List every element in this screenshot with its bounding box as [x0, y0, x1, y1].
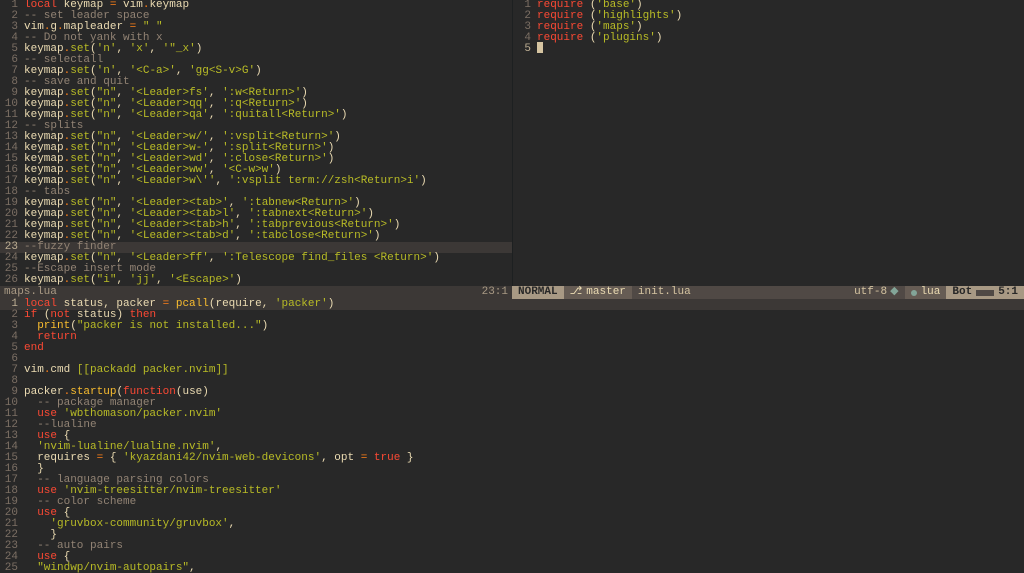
code-line[interactable]: 5end [0, 343, 1024, 354]
code-content: end [24, 343, 44, 354]
filename-label: init.lua [632, 286, 697, 299]
code-line[interactable]: 18 use 'nvim-treesitter/nvim-treesitter' [0, 486, 1024, 497]
code-line[interactable]: 7vim.cmd [[packadd packer.nvim]] [0, 365, 1024, 376]
pane-maps-lua[interactable]: 1local keymap = vim.keymap2-- set leader… [0, 0, 512, 286]
code-line[interactable]: 3 print("packer is not installed...") [0, 321, 1024, 332]
line-number: 25 [2, 563, 24, 573]
position-label: Bot 5:1 [946, 286, 1024, 299]
code-line[interactable]: 23 -- auto pairs [0, 541, 1024, 552]
pane-plugins-lua[interactable]: 1local status, packer = pcall(require, '… [0, 299, 1024, 573]
code-content: require ('plugins') [537, 33, 662, 44]
mode-indicator: NORMAL [512, 286, 564, 299]
encoding-label: utf-8 ◆ [848, 286, 904, 299]
pane-init-lua[interactable]: 1require ('base')2require ('highlights')… [512, 0, 1024, 286]
code-content: keymap.set("i", 'jj', '<Escape>') [24, 275, 242, 286]
git-branch: ⎇ master [564, 286, 632, 299]
code-line[interactable]: 22 } [0, 530, 1024, 541]
editor-root: 1local keymap = vim.keymap2-- set leader… [0, 0, 1024, 573]
code-content: keymap.set("n", '<Leader>w\'', ':vsplit … [24, 176, 427, 187]
code-line[interactable]: 25 "windwp/nvim-autopairs", [0, 563, 1024, 573]
code-line[interactable]: 4 return [0, 332, 1024, 343]
code-line[interactable]: 17keymap.set("n", '<Leader>w\'', ':vspli… [0, 176, 512, 187]
code-content: "windwp/nvim-autopairs", [24, 563, 196, 573]
code-content: requires = { 'kyazdani42/nvim-web-devico… [24, 453, 414, 464]
line-number: 5 [515, 44, 537, 55]
code-content: vim.cmd [[packadd packer.nvim]] [24, 365, 229, 376]
line-number: 26 [2, 275, 24, 286]
filetype-label: lua [905, 286, 947, 299]
code-line[interactable]: 15 requires = { 'kyazdani42/nvim-web-dev… [0, 453, 1024, 464]
code-line[interactable]: 12 --lualine [0, 420, 1024, 431]
code-line[interactable]: 5 [513, 44, 1024, 55]
lua-icon [911, 290, 917, 296]
code-line[interactable]: 11 use 'wbthomason/packer.nvim' [0, 409, 1024, 420]
code-content [537, 42, 543, 57]
text-cursor [537, 42, 543, 53]
scroll-indicator-icon [976, 290, 994, 296]
code-line[interactable]: 19 -- color scheme [0, 497, 1024, 508]
filename-label: maps.lua [4, 287, 57, 298]
code-line[interactable]: 4require ('plugins') [513, 33, 1024, 44]
cursor-pos-label: 23:1 [482, 287, 508, 298]
branch-icon: ⎇ [570, 287, 583, 298]
code-line[interactable]: 21 'gruvbox-community/gruvbox', [0, 519, 1024, 530]
code-line[interactable]: 26keymap.set("i", 'jj', '<Escape>') [0, 275, 512, 286]
statusline-init-active: NORMAL ⎇ master init.lua utf-8 ◆ lua Bot… [512, 286, 1024, 299]
unix-icon: ◆ [890, 287, 898, 298]
